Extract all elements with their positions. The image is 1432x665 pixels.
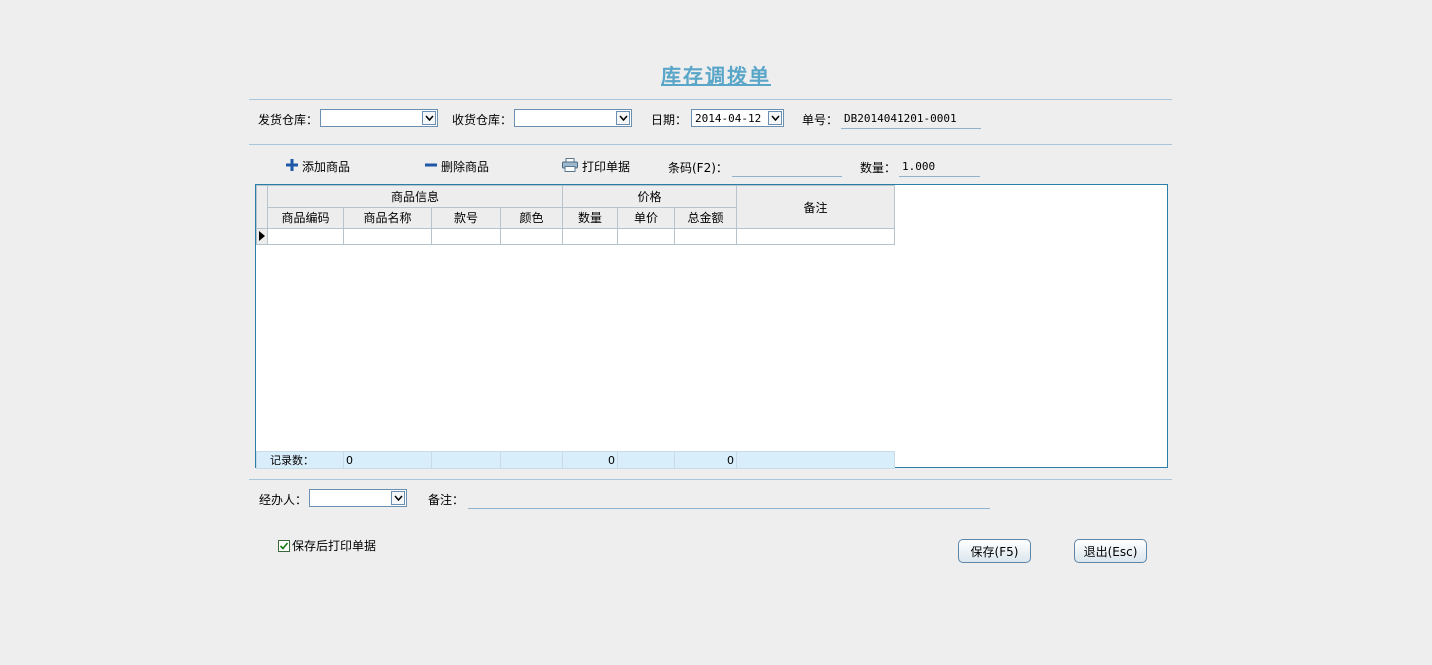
cell-code[interactable] bbox=[267, 228, 344, 245]
add-goods-button[interactable]: 添加商品 bbox=[286, 158, 350, 175]
qty-value: 1.000 bbox=[902, 160, 936, 173]
date-picker[interactable]: 2014-04-12 bbox=[691, 109, 784, 127]
goods-grid[interactable]: 商品信息 价格 备注 商品编码 商品名称 款号 颜色 数量 单价 总金额 记录数… bbox=[255, 184, 1168, 469]
chevron-down-icon[interactable] bbox=[391, 491, 405, 505]
barcode-label: 条码(F2)： bbox=[668, 161, 728, 175]
cell-style[interactable] bbox=[431, 228, 501, 245]
col-header-price[interactable]: 单价 bbox=[617, 206, 675, 229]
to-warehouse-select[interactable] bbox=[514, 109, 632, 127]
delete-goods-button[interactable]: 删除商品 bbox=[425, 158, 489, 175]
page-title: 库存调拨单 bbox=[661, 64, 771, 88]
divider-top bbox=[249, 99, 1172, 100]
qty-label: 数量： bbox=[860, 161, 897, 175]
col-header-amount[interactable]: 总金额 bbox=[674, 206, 737, 229]
divider-toolbar bbox=[249, 144, 1172, 145]
to-warehouse-label: 收货仓库： bbox=[452, 113, 513, 127]
footer-cell-style bbox=[431, 451, 501, 469]
grid-footer: 记录数： 0 0 0 bbox=[256, 451, 895, 469]
group-price-header: 价格 bbox=[562, 185, 737, 208]
footer-cell-color bbox=[500, 451, 563, 469]
qty-total: 0 bbox=[562, 451, 618, 469]
divider-bottom bbox=[249, 479, 1172, 480]
col-header-qty[interactable]: 数量 bbox=[562, 206, 618, 229]
delete-goods-label: 删除商品 bbox=[441, 160, 490, 174]
date-label: 日期： bbox=[651, 113, 688, 127]
cell-color[interactable] bbox=[500, 228, 563, 245]
col-header-color[interactable]: 颜色 bbox=[500, 206, 563, 229]
table-row[interactable] bbox=[256, 228, 895, 245]
from-warehouse-label: 发货仓库： bbox=[258, 113, 319, 127]
cell-qty[interactable] bbox=[562, 228, 618, 245]
print-button[interactable]: 打印单据 bbox=[562, 158, 630, 175]
handler-label: 经办人： bbox=[259, 493, 308, 507]
barcode-input[interactable] bbox=[732, 158, 842, 177]
chevron-down-icon[interactable] bbox=[768, 111, 782, 125]
cell-name[interactable] bbox=[343, 228, 432, 245]
col-remark-header[interactable]: 备注 bbox=[736, 185, 895, 229]
chevron-down-icon[interactable] bbox=[616, 111, 630, 125]
row-pointer-icon bbox=[259, 230, 265, 244]
plus-icon bbox=[286, 159, 298, 174]
cell-price[interactable] bbox=[617, 228, 675, 245]
row-indicator bbox=[256, 228, 268, 245]
cell-amount[interactable] bbox=[674, 228, 737, 245]
col-header-code[interactable]: 商品编码 bbox=[267, 206, 344, 229]
group-goods-header: 商品信息 bbox=[267, 185, 563, 208]
amount-total: 0 bbox=[674, 451, 737, 469]
from-warehouse-select[interactable] bbox=[320, 109, 438, 127]
cell-remark[interactable] bbox=[736, 228, 895, 245]
record-count-label: 记录数： bbox=[256, 451, 344, 469]
remark-label: 备注： bbox=[428, 493, 465, 507]
footer-cell-remark bbox=[736, 451, 895, 469]
printer-icon bbox=[562, 158, 578, 175]
order-no-label: 单号： bbox=[802, 113, 839, 127]
add-goods-label: 添加商品 bbox=[302, 160, 351, 174]
handler-select[interactable] bbox=[309, 489, 407, 507]
print-label: 打印单据 bbox=[582, 160, 631, 174]
date-value: 2014-04-12 bbox=[695, 112, 762, 125]
print-after-save-checkbox[interactable] bbox=[278, 539, 290, 552]
grid-table: 商品信息 价格 备注 商品编码 商品名称 款号 颜色 数量 单价 总金额 bbox=[256, 185, 895, 245]
footer-cell-price bbox=[617, 451, 675, 469]
order-no-value: DB2014041201-0001 bbox=[844, 112, 957, 125]
save-button[interactable]: 保存(F5) bbox=[958, 539, 1031, 563]
print-after-save-label: 保存后打印单据 bbox=[292, 539, 377, 553]
print-after-save-option[interactable]: 保存后打印单据 bbox=[278, 537, 376, 554]
record-count-value: 0 bbox=[343, 451, 432, 469]
minus-icon bbox=[425, 159, 437, 174]
col-header-name[interactable]: 商品名称 bbox=[343, 206, 432, 229]
row-indicator-header bbox=[256, 185, 268, 229]
order-no-field[interactable]: DB2014041201-0001 bbox=[841, 110, 981, 129]
remark-input[interactable] bbox=[468, 490, 990, 509]
chevron-down-icon[interactable] bbox=[422, 111, 436, 125]
exit-button[interactable]: 退出(Esc) bbox=[1074, 539, 1147, 563]
qty-input[interactable]: 1.000 bbox=[899, 158, 980, 177]
col-header-style[interactable]: 款号 bbox=[431, 206, 501, 229]
